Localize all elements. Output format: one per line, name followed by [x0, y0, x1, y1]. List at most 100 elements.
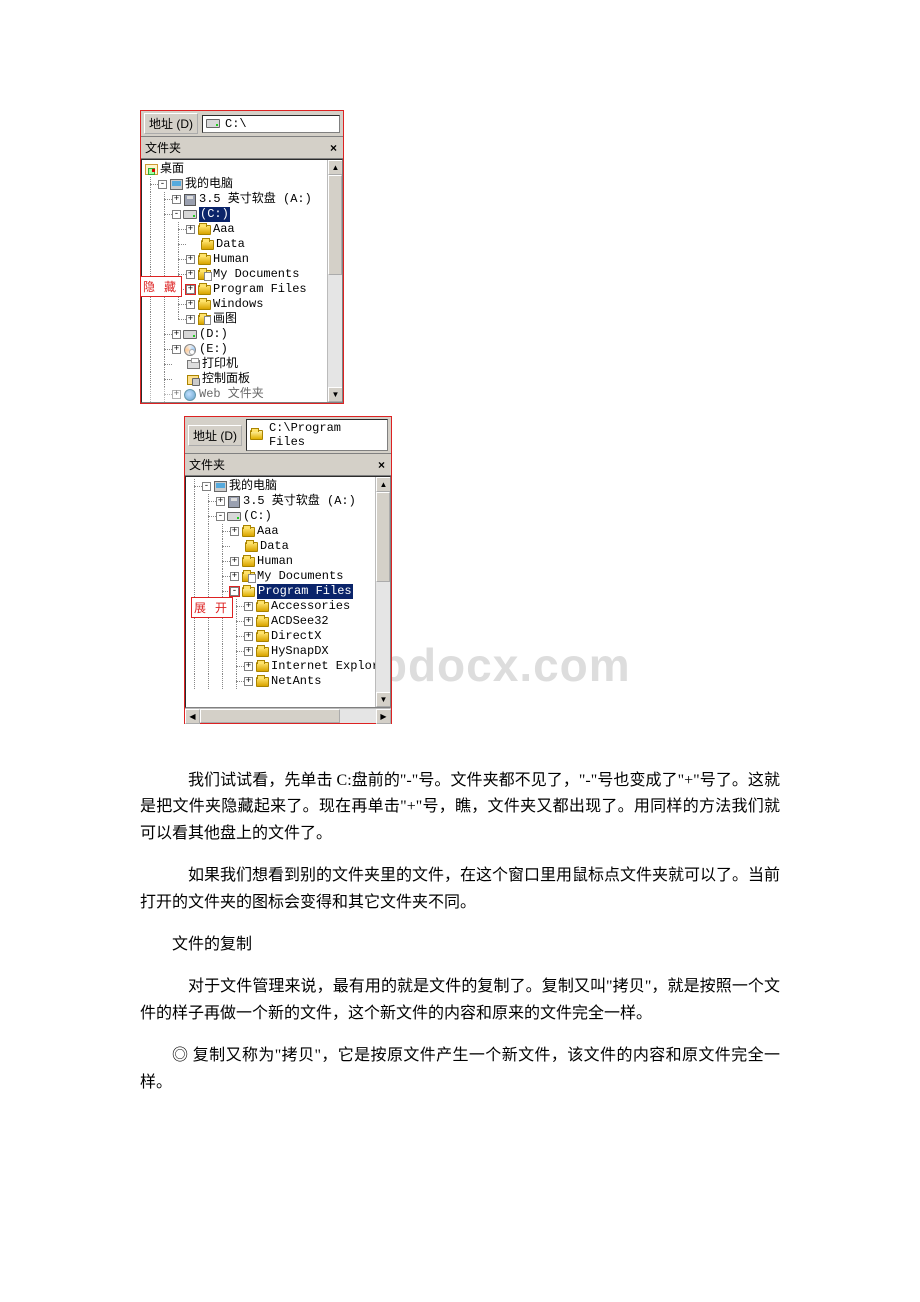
- mydocs-icon: [197, 268, 211, 281]
- node-label: My Documents: [213, 267, 299, 282]
- node-label: Accessories: [271, 599, 350, 614]
- open-folder-icon: [250, 429, 264, 442]
- node-label-selected: Program Files: [257, 584, 353, 599]
- collapse-toggle[interactable]: [230, 587, 239, 596]
- scroll-thumb[interactable]: [376, 492, 390, 582]
- close-pane-button[interactable]: ×: [378, 458, 385, 472]
- expand-toggle[interactable]: [186, 285, 195, 294]
- scroll-thumb[interactable]: [200, 709, 340, 723]
- vertical-scrollbar[interactable]: ▲ ▼: [375, 477, 390, 707]
- expand-toggle[interactable]: [230, 527, 239, 536]
- tree-node-folder[interactable]: HySnapDX: [186, 644, 390, 659]
- expand-toggle[interactable]: [244, 632, 253, 641]
- expand-toggle[interactable]: [172, 345, 181, 354]
- expand-toggle[interactable]: [186, 315, 195, 324]
- folder-icon: [255, 660, 269, 673]
- folder-icon: [241, 525, 255, 538]
- tree-node-cdrive[interactable]: (C:): [142, 207, 342, 222]
- scroll-down-icon[interactable]: ▼: [328, 387, 343, 402]
- folder-icon: [200, 238, 214, 251]
- tree-node-floppy[interactable]: 3.5 英寸软盘 (A:): [142, 192, 342, 207]
- drive-icon: [206, 117, 220, 130]
- address-combo[interactable]: C:\: [202, 115, 340, 133]
- tree-node-folder[interactable]: Data: [186, 539, 390, 554]
- node-label: 桌面: [160, 162, 184, 177]
- collapse-toggle[interactable]: [216, 512, 225, 521]
- scroll-thumb[interactable]: [328, 175, 342, 275]
- expand-toggle[interactable]: [244, 602, 253, 611]
- folder-icon: [241, 555, 255, 568]
- expand-toggle[interactable]: [186, 300, 195, 309]
- tree-node-edrive[interactable]: (E:): [142, 342, 342, 357]
- tree-node-windows[interactable]: Windows: [142, 297, 342, 312]
- drive-icon: [227, 510, 241, 523]
- node-label: 我的电脑: [229, 479, 277, 494]
- node-label-selected: (C:): [199, 207, 230, 222]
- tree-node-mydocs[interactable]: My Documents: [186, 569, 390, 584]
- tree-node-floppy[interactable]: 3.5 英寸软盘 (A:): [186, 494, 390, 509]
- expand-toggle[interactable]: [172, 330, 181, 339]
- expand-toggle[interactable]: [244, 662, 253, 671]
- expand-toggle[interactable]: [244, 647, 253, 656]
- tree-node-cpanel[interactable]: 控制面板: [142, 372, 342, 387]
- address-row: 地址 (D) C:\: [141, 111, 343, 137]
- explorer-panel-2: 地址 (D) C:\Program Files 文件夹 × 我的电脑: [184, 416, 392, 724]
- scroll-right-icon[interactable]: ▶: [376, 709, 391, 724]
- tree-node-ddrive[interactable]: (D:): [142, 327, 342, 342]
- tree-node-folder[interactable]: Human: [186, 554, 390, 569]
- horizontal-scrollbar[interactable]: ◀ ▶: [185, 708, 391, 723]
- tree-node-printer[interactable]: 打印机: [142, 357, 342, 372]
- folder-icon: [197, 283, 211, 296]
- node-label: ACDSee32: [271, 614, 329, 629]
- node-label: Aaa: [213, 222, 235, 237]
- expand-toggle[interactable]: [230, 557, 239, 566]
- node-label: Windows: [213, 297, 263, 312]
- expand-toggle[interactable]: [230, 572, 239, 581]
- tree-node-folder[interactable]: Aaa: [142, 222, 342, 237]
- tree-node-paint[interactable]: 画图: [142, 312, 342, 327]
- node-label: HySnapDX: [271, 644, 329, 659]
- vertical-scrollbar[interactable]: ▲ ▼: [327, 160, 342, 402]
- expand-toggle[interactable]: [186, 225, 195, 234]
- expand-toggle[interactable]: [172, 195, 181, 204]
- tree-node-folder[interactable]: Aaa: [186, 524, 390, 539]
- collapse-toggle[interactable]: [158, 180, 167, 189]
- scroll-down-icon[interactable]: ▼: [376, 692, 391, 707]
- node-label: Human: [257, 554, 293, 569]
- expand-toggle[interactable]: [172, 390, 181, 399]
- tree-node-folder[interactable]: NetAnts: [186, 674, 390, 689]
- tree-node-folder[interactable]: Internet Explor: [186, 659, 390, 674]
- tree-node-folder[interactable]: Data: [142, 237, 342, 252]
- tree-node-folder[interactable]: DirectX: [186, 629, 390, 644]
- tree-node-cdrive[interactable]: (C:): [186, 509, 390, 524]
- expand-toggle[interactable]: [186, 270, 195, 279]
- address-combo[interactable]: C:\Program Files: [246, 419, 388, 451]
- tree-node-mypc[interactable]: 我的电脑: [186, 479, 390, 494]
- paragraph: 如果我们想看到别的文件夹里的文件，在这个窗口里用鼠标点文件夹就可以了。当前打开的…: [140, 863, 780, 916]
- scroll-up-icon[interactable]: ▲: [376, 477, 391, 492]
- tree-node-desktop[interactable]: 桌面: [142, 162, 342, 177]
- address-label: 地址 (D): [188, 425, 242, 446]
- scroll-left-icon[interactable]: ◀: [185, 709, 200, 724]
- mydocs-icon: [241, 570, 255, 583]
- expand-toggle[interactable]: [186, 255, 195, 264]
- explorer-panel-1: 地址 (D) C:\ 文件夹 × 桌面 我的电脑: [140, 110, 344, 404]
- tree-node-web[interactable]: Web 文件夹: [142, 387, 342, 402]
- close-pane-button[interactable]: ×: [330, 141, 337, 155]
- expand-toggle[interactable]: [244, 677, 253, 686]
- open-folder-icon: [241, 585, 255, 598]
- node-label: 我的电脑: [185, 177, 233, 192]
- computer-icon: [169, 178, 183, 191]
- floppy-icon: [227, 495, 241, 508]
- expand-toggle[interactable]: [244, 617, 253, 626]
- expand-toggle[interactable]: [216, 497, 225, 506]
- scroll-up-icon[interactable]: ▲: [328, 160, 343, 175]
- address-row: 地址 (D) C:\Program Files: [185, 417, 391, 454]
- tree-node-folder[interactable]: Human: [142, 252, 342, 267]
- tree-pane: 我的电脑 3.5 英寸软盘 (A:) (C:): [185, 476, 391, 708]
- desktop-icon: [144, 163, 158, 176]
- collapse-toggle[interactable]: [202, 482, 211, 491]
- collapse-toggle[interactable]: [172, 210, 181, 219]
- tree-node-mypc[interactable]: 我的电脑: [142, 177, 342, 192]
- node-label: Web 文件夹: [199, 387, 264, 402]
